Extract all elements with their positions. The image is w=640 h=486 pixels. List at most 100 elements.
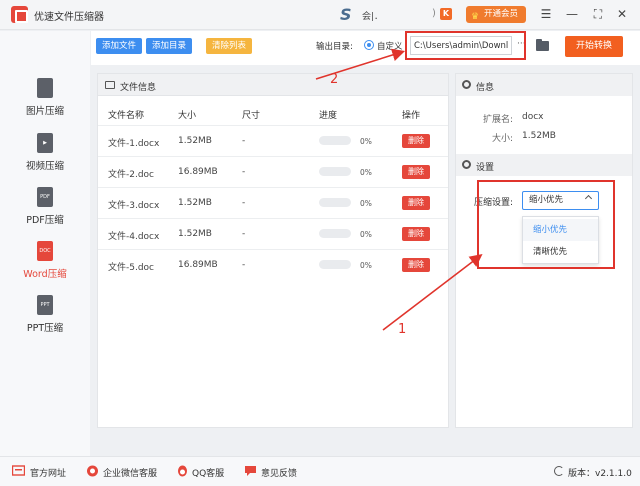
ppt-file-icon: PPT bbox=[37, 295, 53, 315]
website-icon bbox=[12, 465, 25, 476]
toolbar: 添加文件 添加目录 清除列表 输出目录: 自定义 ··· 开始转换 bbox=[91, 31, 640, 65]
table-row[interactable]: 文件-5.doc 16.89MB - 0% 删除 bbox=[98, 249, 448, 280]
file-name: 文件-2.doc bbox=[108, 170, 155, 180]
user-logo-icon[interactable]: S bbox=[340, 5, 352, 24]
progress-bar bbox=[319, 198, 351, 207]
footer-feedback-link[interactable]: 意见反馈 bbox=[261, 466, 297, 479]
footer: 官方网址 企业微信客服 QQ客服 意见反馈 版本：v2.1.1.0 bbox=[0, 456, 640, 486]
annotation-label-2: 2 bbox=[330, 72, 339, 87]
column-size: 大小 bbox=[178, 111, 197, 121]
add-folder-button[interactable]: 添加目录 bbox=[146, 38, 192, 54]
output-dir-label: 输出目录: bbox=[316, 42, 353, 52]
delete-button[interactable]: 删除 bbox=[402, 165, 430, 179]
footer-website-link[interactable]: 官方网址 bbox=[30, 466, 66, 479]
sidebar-item-label: PDF压缩 bbox=[26, 215, 64, 226]
gear-icon bbox=[462, 80, 471, 89]
open-vip-button[interactable]: ♛ 开通会员 bbox=[466, 6, 526, 23]
file-size: 16.89MB bbox=[178, 260, 218, 270]
annotation-box-compress-setting bbox=[477, 180, 615, 269]
file-dimensions: - bbox=[242, 260, 246, 270]
table-row[interactable]: 文件-2.doc 16.89MB - 0% 删除 bbox=[98, 156, 448, 187]
extension-label: 扩展名: bbox=[483, 115, 514, 125]
column-dimensions: 尺寸 bbox=[242, 111, 261, 121]
delete-button[interactable]: 删除 bbox=[402, 196, 430, 210]
size-label: 大小: bbox=[492, 134, 514, 144]
file-info-panel: 文件信息 文件名称 大小 尺寸 进度 操作 文件-1.docx 1.52MB - 0%… bbox=[97, 73, 449, 428]
progress-bar bbox=[319, 229, 351, 238]
wechat-icon bbox=[87, 465, 98, 477]
crown-icon: ♛ bbox=[471, 12, 480, 22]
settings-header: 设置 bbox=[456, 154, 632, 176]
table-row[interactable]: 文件-4.docx 1.52MB - 0% 删除 bbox=[98, 218, 448, 249]
vip-badge-icon: K bbox=[440, 8, 452, 20]
menu-icon[interactable]: ☰ bbox=[538, 6, 554, 22]
sidebar-item-ppt[interactable]: PPT PPT压缩 bbox=[0, 295, 90, 345]
file-size: 16.89MB bbox=[178, 167, 218, 177]
delete-button[interactable]: 删除 bbox=[402, 258, 430, 272]
progress-bar bbox=[319, 167, 351, 176]
minimize-icon[interactable]: — bbox=[564, 6, 580, 22]
clear-list-button[interactable]: 清除列表 bbox=[206, 38, 252, 54]
footer-wechat-link[interactable]: 企业微信客服 bbox=[103, 466, 157, 479]
sidebar-item-video[interactable]: ▶ 视频压缩 bbox=[0, 133, 90, 183]
delete-button[interactable]: 删除 bbox=[402, 134, 430, 148]
custom-radio[interactable] bbox=[364, 40, 374, 50]
app-logo-icon bbox=[11, 6, 28, 23]
table-row[interactable]: 文件-3.docx 1.52MB - 0% 删除 bbox=[98, 187, 448, 218]
size-value: 1.52MB bbox=[522, 131, 556, 141]
info-header: 信息 bbox=[456, 74, 632, 96]
doc-file-icon: DOC bbox=[37, 241, 53, 261]
sidebar-item-image[interactable]: 图片压缩 bbox=[0, 78, 90, 128]
file-info-title: 文件信息 bbox=[120, 83, 157, 93]
folder-icon[interactable] bbox=[536, 39, 549, 51]
table-row[interactable]: 文件-1.docx 1.52MB - 0% 删除 bbox=[98, 125, 448, 156]
feedback-icon bbox=[245, 466, 256, 476]
extension-value: docx bbox=[522, 112, 544, 122]
file-name: 文件-4.docx bbox=[108, 232, 160, 242]
title-bar: 优速文件压缩器 S 会|． ) K ♛ 开通会员 ☰ — ⛶ ✕ bbox=[0, 0, 640, 30]
add-file-button[interactable]: 添加文件 bbox=[96, 38, 142, 54]
start-convert-button[interactable]: 开始转换 bbox=[565, 36, 623, 57]
progress-bar bbox=[319, 136, 351, 145]
close-icon[interactable]: ✕ bbox=[614, 6, 630, 22]
qq-icon bbox=[178, 465, 187, 477]
file-dimensions: - bbox=[242, 167, 246, 177]
sidebar-item-label: 视频压缩 bbox=[25, 161, 64, 172]
progress-percent: 0% bbox=[360, 168, 372, 177]
file-dimensions: - bbox=[242, 229, 246, 239]
annotation-box-output-path bbox=[405, 31, 526, 60]
sidebar-item-pdf[interactable]: PDF PDF压缩 bbox=[0, 187, 90, 237]
sidebar-item-word[interactable]: DOC Word压缩 bbox=[0, 241, 90, 291]
image-file-icon bbox=[37, 78, 53, 98]
progress-bar bbox=[319, 260, 351, 269]
file-name: 文件-1.docx bbox=[108, 139, 160, 149]
file-name: 文件-5.doc bbox=[108, 263, 155, 273]
column-name: 文件名称 bbox=[108, 111, 145, 121]
open-vip-label: 开通会员 bbox=[484, 9, 519, 19]
delete-button[interactable]: 删除 bbox=[402, 227, 430, 241]
progress-percent: 0% bbox=[360, 230, 372, 239]
info-title: 信息 bbox=[476, 83, 495, 93]
user-name[interactable]: 会|． bbox=[362, 9, 383, 22]
sidebar-item-label: PPT压缩 bbox=[26, 323, 64, 334]
annotation-label-1: 1 bbox=[398, 322, 407, 337]
version-label: 版本：v2.1.1.0 bbox=[568, 469, 632, 479]
file-dimensions: - bbox=[242, 136, 246, 146]
pdf-file-icon: PDF bbox=[37, 187, 53, 207]
user-name-suffix: ) bbox=[432, 8, 436, 19]
maximize-icon[interactable]: ⛶ bbox=[590, 6, 606, 22]
custom-radio-label: 自定义 bbox=[377, 42, 403, 52]
app-title: 优速文件压缩器 bbox=[34, 12, 104, 23]
file-size: 1.52MB bbox=[178, 136, 212, 146]
progress-percent: 0% bbox=[360, 199, 372, 208]
refresh-icon[interactable] bbox=[554, 466, 564, 476]
column-progress: 进度 bbox=[319, 111, 338, 121]
settings-title: 设置 bbox=[476, 163, 495, 173]
sidebar-item-label: Word压缩 bbox=[23, 269, 67, 280]
file-dimensions: - bbox=[242, 198, 246, 208]
footer-qq-link[interactable]: QQ客服 bbox=[192, 466, 224, 479]
file-info-header: 文件信息 bbox=[98, 74, 448, 96]
file-size: 1.52MB bbox=[178, 229, 212, 239]
image-icon bbox=[105, 81, 115, 89]
file-size: 1.52MB bbox=[178, 198, 212, 208]
